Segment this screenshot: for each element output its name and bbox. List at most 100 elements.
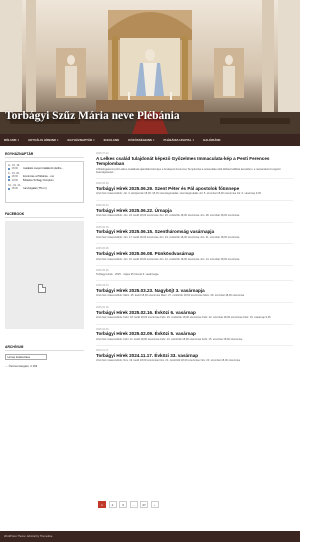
post-excerpt: Jövő heti miserendünk: Jún. 17. kedd 18,… — [96, 235, 240, 239]
post-title-link[interactable]: Torbágyi Hírek 2025.06.22. Úrnapja — [96, 208, 293, 213]
calendar-day: H., 01. 19. 18:00 Családos csoport találk… — [8, 164, 81, 170]
event-time: 19:00 — [11, 178, 19, 182]
nav-item-galeriank[interactable]: GALÉRIÁNK — [203, 138, 221, 142]
nav-item-label: IGKULANK — [103, 138, 120, 142]
post-excerpt: Jövő heti miserendünk: Nov. 19. kedd 18,… — [96, 359, 241, 363]
post-date: 2025.06.15. — [96, 225, 110, 229]
post-title-link[interactable]: Torbágyi Hírek 2024.11.17. Évközi 33. va… — [96, 353, 293, 358]
nav-item-aktualis-hireink[interactable]: AKTUÁLIS HÍREINK▾ — [28, 138, 58, 142]
calendar-event[interactable]: 18:00 Karszolgálat (TTH-1) — [8, 187, 81, 190]
main-navigation: RÓLUNK▾ AKTUÁLIS HÍREINK▾ EGYHÁZNAPTÁR▾ … — [0, 134, 300, 146]
pagination: 1 2 3 … 27 › — [98, 501, 161, 508]
calendar-day: K., 01. 20. 18:00 Szentmise a Plébánia ..… — [8, 172, 81, 182]
post-item: 2025.07.22. A Lelkes család tulajdonát k… — [96, 152, 293, 174]
calendar-day: Sz., 01. 21. 18:00 Karszolgálat (TTH-1) — [8, 184, 81, 190]
post-excerpt: Jövő heti miserendünk: Jún. 24. kedd 18,… — [96, 214, 240, 218]
archive-heading: ARCHÍVUM — [5, 345, 84, 351]
post-excerpt: Jövő heti miserendünk: Márc. 25. kedd 18… — [96, 294, 245, 298]
nav-item-label: EGYHÁZNAPTÁR — [67, 138, 93, 142]
post-excerpt: Jövő heti miserendünk: Júl. 4. elsőpénte… — [96, 192, 261, 196]
event-time: 18:00 — [11, 167, 19, 170]
post-title-link[interactable]: Torbágyi Hírek 2025.06.08. Pünkösdvasárn… — [96, 251, 293, 256]
chevron-down-icon: ▾ — [93, 139, 95, 142]
archive-month-select[interactable]: Hónap kiválasztása — [5, 354, 47, 360]
post-item: 2025.06.15. Torbágyi Hírek 2025.06.15. S… — [96, 226, 293, 239]
post-excerpt[interactable]: Torbágyi Hírek · 2025 · május 25 húsvét … — [96, 273, 293, 276]
post-item: 2025.06.08. Torbágyi Hírek 2025.06.08. P… — [96, 247, 293, 260]
nav-item-label: RÓLUNK — [4, 138, 17, 142]
event-title: Bibliaóra Torbágy Templom — [22, 178, 54, 182]
divider — [96, 345, 293, 347]
event-title: Karszolgálat (TTH-1) — [22, 187, 47, 191]
calendar-event[interactable]: 18:00 Családos csoport találkozó (kéthe..… — [8, 167, 81, 170]
nav-item-igkulank[interactable]: IGKULANK — [104, 138, 120, 142]
header-image: Torbágyi Szűz Mária neve Plébánia — [0, 0, 300, 134]
nav-item-plebania-hivatal[interactable]: PLÉBÁNIA HIVATAL▾ — [163, 138, 194, 142]
post-title-link[interactable]: Torbágyi Hírek 2025.06.15. Szentháromság… — [96, 229, 293, 234]
nav-item-egyhaznaptar[interactable]: EGYHÁZNAPTÁR▾ — [68, 138, 95, 142]
chevron-down-icon: ▾ — [192, 139, 194, 142]
post-date: 2025.06.29. — [96, 182, 110, 186]
divider — [96, 243, 293, 245]
post-title-link[interactable]: Torbágyi Hírek 2025.03.23. Nagyböjt 3. v… — [96, 288, 293, 293]
nav-item-rolunk[interactable]: RÓLUNK▾ — [4, 138, 19, 142]
event-dot-icon — [8, 187, 10, 190]
post-item: 2025.02.09. Torbágyi Hírek 2025.02.09. É… — [96, 328, 293, 341]
post-title-link[interactable]: Torbágyi Hírek 2025.02.16. Évközi 6. vas… — [96, 310, 293, 315]
divider — [96, 178, 293, 180]
nav-item-label: PLÉBÁNIA HIVATAL — [163, 138, 192, 142]
post-title-link[interactable]: A Lelkes család tulajdonát képező Győzel… — [96, 156, 293, 167]
sidebar: EGYHÁZNAPTÁR H., 01. 19. 18:00 Családos c… — [5, 152, 84, 368]
event-time: 18:00 — [11, 187, 19, 191]
chevron-down-icon: ▾ — [57, 139, 59, 142]
post-item: 2025.02.16. Torbágyi Hírek 2025.02.16. É… — [96, 306, 293, 319]
next-page-icon[interactable]: › — [150, 501, 159, 508]
post-date: 2025.02.16. — [96, 305, 110, 309]
broken-image-icon — [38, 284, 46, 293]
divider — [96, 199, 293, 201]
event-dot-icon — [8, 167, 10, 170]
divider — [96, 265, 293, 267]
post-date: 2025.07.22. — [96, 152, 110, 155]
post-date: 2025.06.08. — [96, 247, 110, 251]
post-excerpt: Jövő heti miserendünk: Jún. 10. kedd 18,… — [96, 257, 240, 261]
page-link-current[interactable]: 1 — [98, 501, 106, 508]
post-date: 2025.05.25. — [96, 269, 110, 273]
divider — [96, 301, 293, 303]
post-item: 2024.11.17. Torbágyi Hírek 2024.11.17. É… — [96, 349, 293, 362]
calendar-heading: EGYHÁZNAPTÁR — [5, 152, 84, 158]
facebook-embed[interactable] — [5, 221, 84, 329]
divider — [96, 280, 293, 282]
nav-item-label: KÖZÖSSÉGEINK — [128, 138, 153, 142]
chevron-down-icon: ▾ — [17, 139, 20, 142]
post-excerpt: Jövő heti miserendünk: Febr. 18. kedd 18… — [96, 316, 271, 319]
nav-item-label: GALÉRIÁNK — [202, 138, 221, 142]
post-list: 2025.07.22. A Lelkes család tulajdonát k… — [96, 152, 293, 367]
post-item: 2025.06.22. Torbágyi Hírek 2025.06.22. Ú… — [96, 204, 293, 217]
event-title: Családos csoport találkozó (kéthe... — [22, 167, 64, 170]
post-title-link[interactable]: Torbágyi Hírek 2025.02.09. Évközi 5. vas… — [96, 331, 293, 336]
nav-item-label: AKTUÁLIS HÍREINK — [28, 138, 57, 142]
calendar-event[interactable]: 19:00 Bibliaóra Torbágy Templom — [8, 179, 81, 182]
page-link[interactable]: 3 — [119, 501, 127, 508]
calendar-widget: H., 01. 19. 18:00 Családos csoport találk… — [5, 161, 84, 203]
footer-credits[interactable]: WordPress Theme: Admiral by ThemeZee. — [4, 535, 53, 538]
chevron-down-icon: ▾ — [153, 139, 155, 142]
nav-item-kozossegeink[interactable]: KÖZÖSSÉGEINK▾ — [128, 138, 154, 142]
divider — [96, 323, 293, 325]
site-footer: WordPress Theme: Admiral by ThemeZee. — [0, 531, 300, 542]
post-item: 2025.06.29. Torbágyi Hírek 2025.06.29. S… — [96, 182, 293, 195]
post-item: 2025.03.23. Torbágyi Hírek 2025.03.23. N… — [96, 284, 293, 297]
post-item: 2025.05.25. Torbágyi Hírek · 2025 · máju… — [96, 269, 293, 276]
event-dot-icon — [8, 179, 10, 182]
post-date: 2025.03.23. — [96, 284, 110, 288]
site-title[interactable]: Torbágyi Szűz Mária neve Plébánia — [5, 110, 295, 122]
page-link-last[interactable]: 27 — [140, 501, 148, 508]
post-title-link[interactable]: Torbágyi Hírek 2025.06.29. Szent Péter é… — [96, 186, 293, 191]
post-excerpt: A Boldogasszonyról Lelkes családnak aján… — [96, 167, 281, 174]
post-date: 2025.06.22. — [96, 203, 110, 207]
page-link[interactable]: 2 — [108, 501, 117, 508]
page-ellipsis: … — [129, 501, 138, 508]
post-date: 2024.11.17. — [96, 349, 110, 353]
facebook-heading: FACEBOOK — [5, 212, 84, 218]
